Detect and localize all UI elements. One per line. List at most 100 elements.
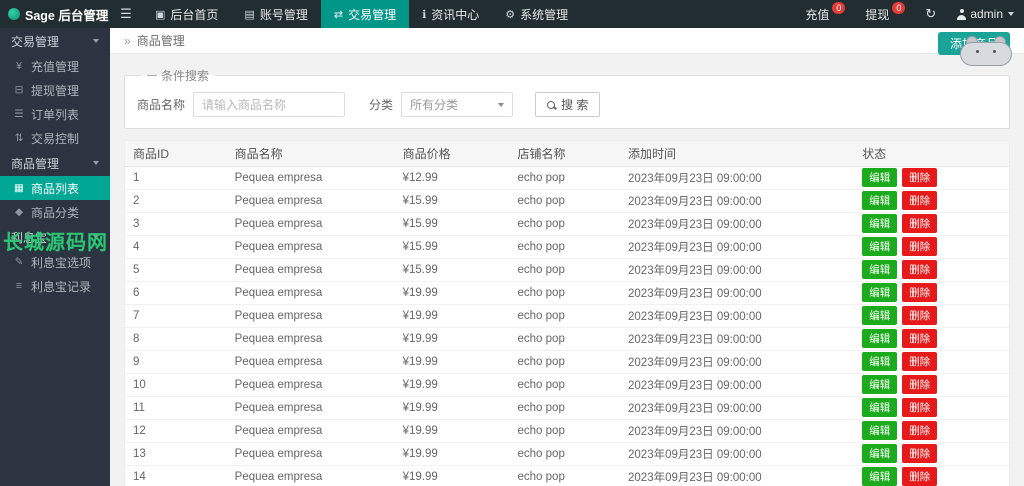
recharge-link[interactable]: 充值 0 [795, 6, 855, 23]
edit-button[interactable]: 编辑 [862, 191, 897, 210]
refresh-button[interactable]: ↻ [915, 6, 946, 22]
edit-button[interactable]: 编辑 [862, 398, 897, 417]
table-cell: 3 [125, 212, 227, 235]
table-cell: ¥19.99 [395, 465, 510, 486]
sidebar-item[interactable]: ▦商品列表 [0, 176, 110, 200]
table-cell: 2023年09月23日 09:00:00 [620, 396, 854, 419]
edit-button[interactable]: 编辑 [862, 237, 897, 256]
status-cell: 编辑删除 [854, 442, 1009, 465]
table-cell: 2023年09月23日 09:00:00 [620, 235, 854, 258]
sidebar-group-header[interactable]: 利息宝 [0, 224, 110, 250]
delete-button[interactable]: 删除 [902, 398, 937, 417]
delete-button[interactable]: 删除 [902, 306, 937, 325]
edit-button[interactable]: 编辑 [862, 329, 897, 348]
sidebar-item[interactable]: ⊟提现管理 [0, 78, 110, 102]
interest-options-icon: ✎ [13, 256, 25, 268]
edit-button[interactable]: 编辑 [862, 260, 897, 279]
edit-button[interactable]: 编辑 [862, 467, 897, 486]
table-cell: ¥15.99 [395, 189, 510, 212]
withdraw-link[interactable]: 提现 0 [855, 6, 915, 23]
user-menu[interactable]: admin [946, 7, 1024, 21]
search-button[interactable]: 搜 索 [535, 92, 600, 117]
table-cell: Pequea empresa [227, 304, 395, 327]
sidebar-item[interactable]: ≡利息宝记录 [0, 274, 110, 298]
delete-button[interactable]: 删除 [902, 191, 937, 210]
category-select[interactable]: 所有分类 [401, 92, 513, 117]
sidebar-item[interactable]: ⇅交易控制 [0, 126, 110, 150]
sidebar-group-label: 交易管理 [11, 33, 59, 50]
delete-button[interactable]: 删除 [902, 214, 937, 233]
table-cell: ¥15.99 [395, 212, 510, 235]
table-cell: Pequea empresa [227, 166, 395, 189]
top-nav-item[interactable]: ▤账号管理 [231, 0, 320, 28]
table-cell: Pequea empresa [227, 373, 395, 396]
status-cell: 编辑删除 [854, 465, 1009, 486]
add-product-button[interactable]: 添加商品 [938, 32, 1010, 55]
chevron-down-icon [93, 235, 99, 239]
sidebar-group-header[interactable]: 交易管理 [0, 28, 110, 54]
top-bar: Sage 后台管理 ☰ ▣后台首页▤账号管理⇄交易管理ℹ资讯中心⚙系统管理 充值… [0, 0, 1024, 28]
withdraw-label: 提现 [865, 6, 889, 23]
delete-button[interactable]: 删除 [902, 260, 937, 279]
status-cell: 编辑删除 [854, 373, 1009, 396]
table-cell: 2023年09月23日 09:00:00 [620, 258, 854, 281]
status-cell: 编辑删除 [854, 258, 1009, 281]
table-row: 1Pequea empresa¥12.99echo pop2023年09月23日… [125, 166, 1009, 189]
chevron-down-icon [93, 39, 99, 43]
edit-button[interactable]: 编辑 [862, 283, 897, 302]
edit-button[interactable]: 编辑 [862, 375, 897, 394]
status-cell: 编辑删除 [854, 166, 1009, 189]
sidebar-item[interactable]: ✎利息宝选项 [0, 250, 110, 274]
table-cell: Pequea empresa [227, 465, 395, 486]
column-header: 商品名称 [227, 141, 395, 166]
edit-button[interactable]: 编辑 [862, 168, 897, 187]
sidebar-item-label: 利息宝记录 [31, 278, 91, 295]
sidebar-group-header[interactable]: 商品管理 [0, 150, 110, 176]
top-nav-item[interactable]: ⇄交易管理 [321, 0, 409, 28]
table-row: 8Pequea empresa¥19.99echo pop2023年09月23日… [125, 327, 1009, 350]
column-header: 商品ID [125, 141, 227, 166]
sidebar-item-label: 商品列表 [31, 180, 79, 197]
table-cell: ¥19.99 [395, 373, 510, 396]
top-nav-item[interactable]: ℹ资讯中心 [409, 0, 492, 28]
delete-button[interactable]: 删除 [902, 467, 937, 486]
app-title: Sage 后台管理 [25, 5, 108, 24]
edit-button[interactable]: 编辑 [862, 444, 897, 463]
top-nav-item[interactable]: ⚙系统管理 [492, 0, 581, 28]
sidebar-item[interactable]: ¥充值管理 [0, 54, 110, 78]
table-cell: echo pop [510, 212, 621, 235]
status-cell: 编辑删除 [854, 281, 1009, 304]
menu-toggle-button[interactable]: ☰ [110, 6, 142, 22]
product-name-input[interactable] [193, 92, 345, 117]
category-selected-value: 所有分类 [410, 96, 458, 113]
table-cell: 1 [125, 166, 227, 189]
edit-button[interactable]: 编辑 [862, 352, 897, 371]
delete-button[interactable]: 删除 [902, 329, 937, 348]
edit-button[interactable]: 编辑 [862, 421, 897, 440]
search-legend-label: 条件搜索 [161, 67, 209, 84]
table-cell: ¥19.99 [395, 281, 510, 304]
top-nav-item[interactable]: ▣后台首页 [142, 0, 231, 28]
table-cell: Pequea empresa [227, 212, 395, 235]
edit-button[interactable]: 编辑 [862, 306, 897, 325]
sidebar-item[interactable]: ◆商品分类 [0, 200, 110, 224]
delete-button[interactable]: 删除 [902, 421, 937, 440]
delete-button[interactable]: 删除 [902, 237, 937, 256]
top-nav-label: 资讯中心 [431, 6, 479, 23]
delete-button[interactable]: 删除 [902, 444, 937, 463]
table-cell: 2023年09月23日 09:00:00 [620, 373, 854, 396]
breadcrumb: » 商品管理 添加商品 [110, 28, 1024, 54]
trade-control-icon: ⇅ [13, 132, 25, 144]
search-icon [547, 101, 555, 109]
delete-button[interactable]: 删除 [902, 168, 937, 187]
delete-button[interactable]: 删除 [902, 283, 937, 302]
brand[interactable]: Sage 后台管理 [0, 5, 110, 24]
delete-button[interactable]: 删除 [902, 352, 937, 371]
delete-button[interactable]: 删除 [902, 375, 937, 394]
edit-button[interactable]: 编辑 [862, 214, 897, 233]
column-header: 状态 [854, 141, 1009, 166]
sidebar-item[interactable]: ☰订单列表 [0, 102, 110, 126]
table-cell: 2023年09月23日 09:00:00 [620, 327, 854, 350]
status-cell: 编辑删除 [854, 350, 1009, 373]
table-cell: echo pop [510, 281, 621, 304]
